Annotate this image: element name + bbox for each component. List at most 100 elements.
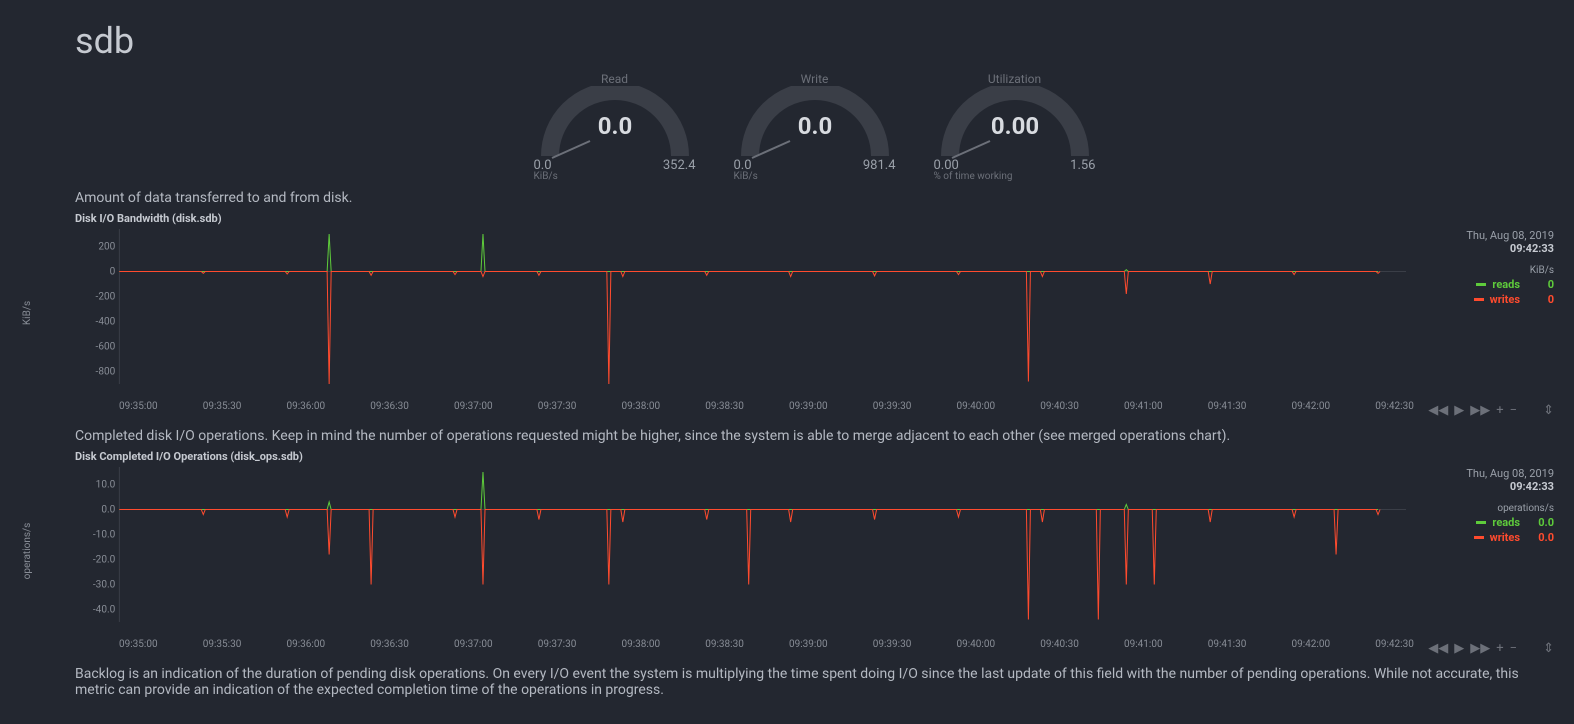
chart-ops-controls: ◀◀ ▶ ▶▶ + − ⇕ bbox=[1428, 641, 1554, 656]
legend-units: operations/s bbox=[1414, 503, 1554, 514]
bandwidth-description: Amount of data transferred to and from d… bbox=[75, 190, 1554, 206]
gauge-read-label: Read bbox=[530, 72, 700, 86]
gauge-read[interactable]: Read 0.0 0.0352.4 KiB/s bbox=[530, 72, 700, 182]
forward-icon[interactable]: ▶▶ bbox=[1470, 641, 1490, 656]
x-tick: 09:40:30 bbox=[1040, 401, 1079, 412]
x-tick: 09:38:00 bbox=[622, 639, 661, 650]
x-tick: 09:38:30 bbox=[705, 401, 744, 412]
x-tick: 09:36:00 bbox=[287, 401, 326, 412]
svg-text:-800: -800 bbox=[96, 367, 116, 378]
resize-icon[interactable]: ⇕ bbox=[1543, 641, 1554, 656]
x-tick: 09:36:30 bbox=[370, 401, 409, 412]
x-tick: 09:40:30 bbox=[1040, 639, 1079, 650]
gauge-util-arc: 0.00 bbox=[930, 86, 1100, 164]
legend-units: KiB/s bbox=[1414, 265, 1554, 276]
zoom-out-icon[interactable]: − bbox=[1510, 641, 1517, 656]
ops-description: Completed disk I/O operations. Keep in m… bbox=[75, 428, 1554, 444]
legend-time: 09:42:33 bbox=[1414, 480, 1554, 493]
legend-writes-row[interactable]: writes0.0 bbox=[1414, 531, 1554, 544]
chart-bandwidth[interactable]: Disk I/O Bandwidth (disk.sdb) KiB/s 200 0… bbox=[75, 212, 1554, 414]
svg-text:-10.0: -10.0 bbox=[93, 530, 116, 541]
play-icon[interactable]: ▶ bbox=[1454, 641, 1464, 656]
x-tick: 09:39:00 bbox=[789, 401, 828, 412]
x-tick: 09:37:00 bbox=[454, 401, 493, 412]
x-tick: 09:38:30 bbox=[705, 639, 744, 650]
x-tick: 09:42:00 bbox=[1292, 639, 1331, 650]
chart-ops-plot[interactable]: 10.0 0.0 -10.0 -20.0 -30.0 -40.0 bbox=[75, 467, 1406, 637]
x-tick: 09:39:30 bbox=[873, 401, 912, 412]
gauge-read-arc: 0.0 bbox=[530, 86, 700, 164]
svg-text:-20.0: -20.0 bbox=[93, 555, 116, 566]
x-tick: 09:37:30 bbox=[538, 401, 577, 412]
legend-reads-row[interactable]: reads0.0 bbox=[1414, 516, 1554, 529]
x-tick: 09:42:30 bbox=[1375, 401, 1414, 412]
rewind-icon[interactable]: ◀◀ bbox=[1428, 641, 1448, 656]
gauge-write[interactable]: Write 0.0 0.0981.4 KiB/s bbox=[730, 72, 900, 182]
x-tick: 09:35:00 bbox=[119, 639, 158, 650]
svg-text:0.00: 0.00 bbox=[990, 112, 1038, 140]
chart-ops[interactable]: Disk Completed I/O Operations (disk_ops.… bbox=[75, 450, 1554, 652]
forward-icon[interactable]: ▶▶ bbox=[1470, 403, 1490, 418]
x-tick: 09:35:30 bbox=[203, 401, 242, 412]
chart-ops-title: Disk Completed I/O Operations (disk_ops.… bbox=[75, 450, 1554, 463]
swatch-reads-icon bbox=[1476, 521, 1486, 524]
x-tick: 09:35:30 bbox=[203, 639, 242, 650]
svg-text:0: 0 bbox=[110, 267, 116, 278]
svg-text:-600: -600 bbox=[96, 342, 116, 353]
svg-text:10.0: 10.0 bbox=[96, 480, 116, 491]
legend-time: 09:42:33 bbox=[1414, 242, 1554, 255]
rewind-icon[interactable]: ◀◀ bbox=[1428, 403, 1448, 418]
play-icon[interactable]: ▶ bbox=[1454, 403, 1464, 418]
gauge-utilization[interactable]: Utilization 0.00 0.001.56 % of time work… bbox=[930, 72, 1100, 182]
svg-text:0.0: 0.0 bbox=[101, 505, 115, 516]
svg-text:200: 200 bbox=[98, 242, 115, 253]
chart-ops-xaxis: 09:35:0009:35:3009:36:0009:36:3009:37:00… bbox=[75, 637, 1554, 652]
x-tick: 09:41:30 bbox=[1208, 639, 1247, 650]
svg-text:-400: -400 bbox=[96, 317, 116, 328]
chart-bandwidth-title: Disk I/O Bandwidth (disk.sdb) bbox=[75, 212, 1554, 225]
zoom-in-icon[interactable]: + bbox=[1496, 641, 1503, 656]
zoom-in-icon[interactable]: + bbox=[1496, 403, 1503, 418]
x-tick: 09:39:00 bbox=[789, 639, 828, 650]
x-tick: 09:41:00 bbox=[1124, 639, 1163, 650]
legend-writes-row[interactable]: writes0 bbox=[1414, 293, 1554, 306]
svg-text:0.0: 0.0 bbox=[597, 112, 632, 140]
svg-text:0.0: 0.0 bbox=[797, 112, 832, 140]
x-tick: 09:40:00 bbox=[957, 401, 996, 412]
x-tick: 09:38:00 bbox=[622, 401, 661, 412]
x-tick: 09:39:30 bbox=[873, 639, 912, 650]
chart-ops-ylabel: operations/s bbox=[22, 523, 40, 580]
swatch-reads-icon bbox=[1476, 283, 1486, 286]
svg-text:-40.0: -40.0 bbox=[93, 605, 116, 616]
chart-bandwidth-ylabel: KiB/s bbox=[22, 301, 40, 325]
gauge-util-label: Utilization bbox=[930, 72, 1100, 86]
chart-bandwidth-controls: ◀◀ ▶ ▶▶ + − ⇕ bbox=[1428, 403, 1554, 418]
gauges-row: Read 0.0 0.0352.4 KiB/s Write 0.0 0.0981… bbox=[75, 72, 1554, 182]
chart-ops-legend: Thu, Aug 08, 2019 09:42:33 operations/s … bbox=[1406, 467, 1554, 637]
svg-text:-30.0: -30.0 bbox=[93, 580, 116, 591]
chart-bandwidth-xaxis: 09:35:00 09:35:30 09:36:00 09:36:30 09:37:00… bbox=[75, 399, 1554, 414]
chart-bandwidth-plot[interactable]: 200 0 -200 -400 -600 -800 bbox=[75, 229, 1406, 399]
resize-icon[interactable]: ⇕ bbox=[1543, 403, 1554, 418]
gauge-read-max: 352.4 bbox=[663, 158, 696, 173]
legend-date: Thu, Aug 08, 2019 bbox=[1414, 467, 1554, 480]
x-tick: 09:37:30 bbox=[538, 639, 577, 650]
x-tick: 09:35:00 bbox=[119, 401, 158, 412]
x-tick: 09:41:00 bbox=[1124, 401, 1163, 412]
x-tick: 09:42:00 bbox=[1292, 401, 1331, 412]
swatch-writes-icon bbox=[1474, 536, 1484, 539]
legend-date: Thu, Aug 08, 2019 bbox=[1414, 229, 1554, 242]
chart-bandwidth-legend: Thu, Aug 08, 2019 09:42:33 KiB/s reads0 … bbox=[1406, 229, 1554, 399]
gauge-util-max: 1.56 bbox=[1070, 158, 1095, 173]
swatch-writes-icon bbox=[1474, 298, 1484, 301]
svg-text:-200: -200 bbox=[96, 292, 116, 303]
x-tick: 09:36:00 bbox=[287, 639, 326, 650]
legend-reads-row[interactable]: reads0 bbox=[1414, 278, 1554, 291]
gauge-write-max: 981.4 bbox=[863, 158, 896, 173]
zoom-out-icon[interactable]: − bbox=[1510, 403, 1517, 418]
gauge-write-arc: 0.0 bbox=[730, 86, 900, 164]
x-tick: 09:37:00 bbox=[454, 639, 493, 650]
gauge-write-label: Write bbox=[730, 72, 900, 86]
x-tick: 09:42:30 bbox=[1375, 639, 1414, 650]
page-title: sdb bbox=[75, 20, 1554, 62]
